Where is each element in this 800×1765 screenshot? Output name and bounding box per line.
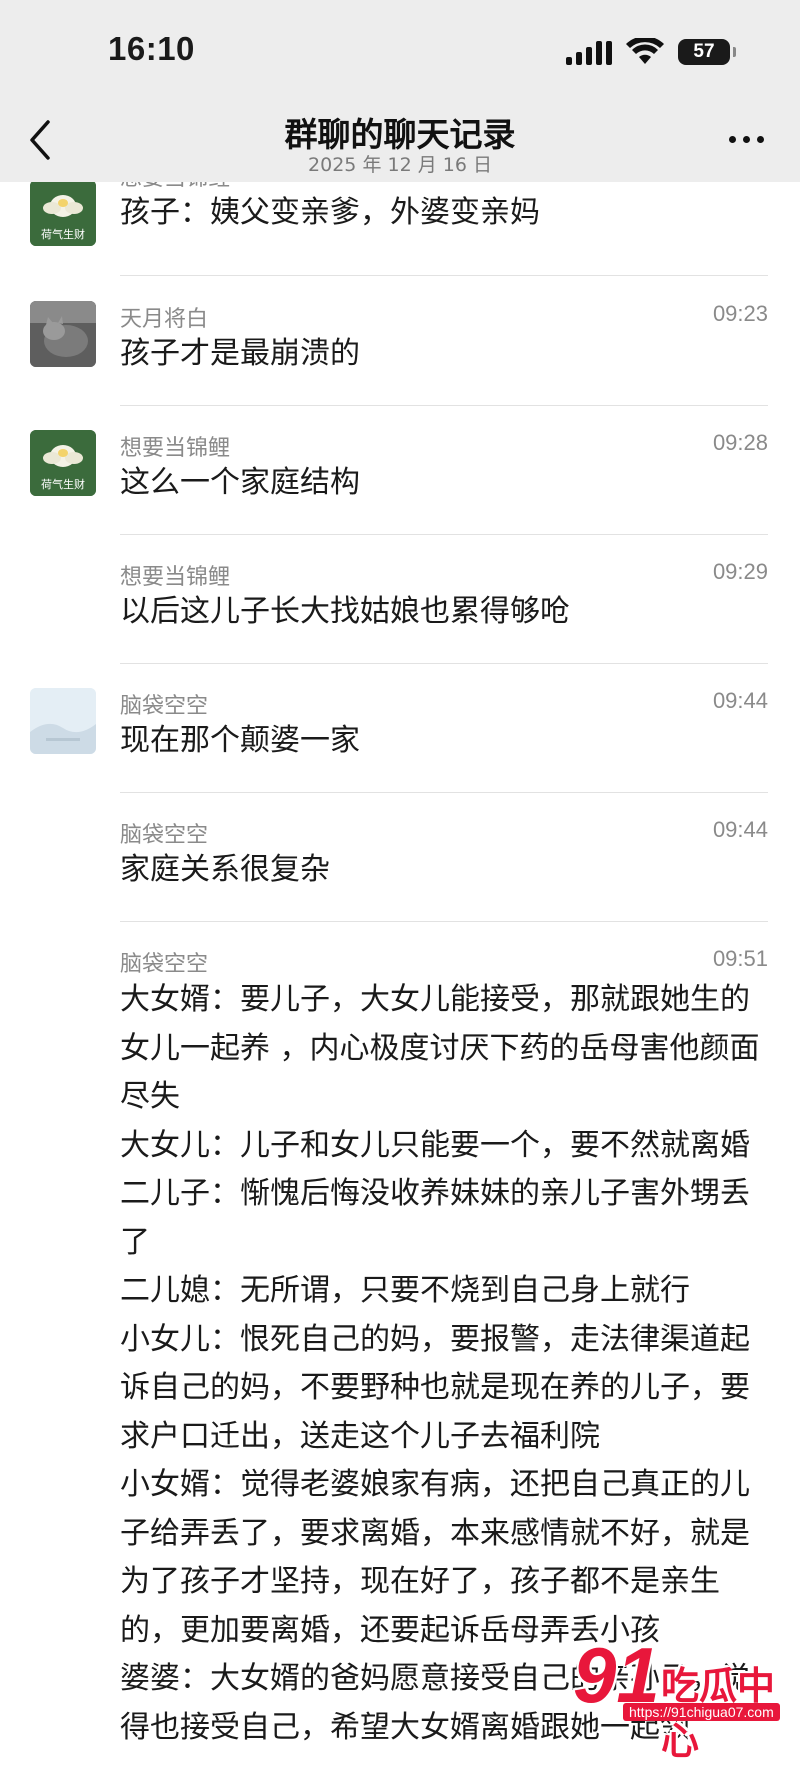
page-title: 群聊的聊天记录 xyxy=(284,115,516,154)
divider xyxy=(120,534,768,535)
more-dot xyxy=(743,136,750,143)
sender-name: 脑袋空空 xyxy=(120,952,209,977)
divider xyxy=(120,663,768,664)
battery-icon: 57 xyxy=(678,39,736,65)
watermark-logo: 91 吃瓜中心 https://91chigua07.com xyxy=(573,1635,788,1763)
sender-name: 脑袋空空 xyxy=(120,823,209,848)
more-dot xyxy=(729,136,736,143)
watermark-url: https://91chigua07.com xyxy=(623,1703,780,1721)
sender-name: 脑袋空空 xyxy=(120,694,209,719)
divider xyxy=(120,405,768,406)
message-text: 孩子：姨父变亲爹，外婆变亲妈 xyxy=(120,195,540,230)
message-time: 09:44 xyxy=(712,817,768,842)
message-time: 09:51 xyxy=(712,946,768,971)
avatar[interactable] xyxy=(30,688,96,754)
sender-name: 想要当锦鲤 xyxy=(120,436,231,461)
message-time: 09:44 xyxy=(712,688,768,713)
page-subtitle: 2025 年 12 月 16 日 xyxy=(308,154,492,176)
cat-icon xyxy=(30,301,96,367)
divider xyxy=(120,792,768,793)
avatar-caption: 荷气生财 xyxy=(41,227,85,241)
message-text: 现在那个颠婆一家 xyxy=(120,723,360,758)
top-bar: 16:10 57 群聊的聊天记录 2025 年 12 月 16 日 xyxy=(0,0,800,182)
status-icons: 57 xyxy=(566,38,736,66)
avatar-caption: 荷气生财 xyxy=(41,477,85,491)
sender-name: 想要当锦鲤 xyxy=(120,565,231,590)
landscape-icon xyxy=(30,688,96,754)
divider xyxy=(120,275,768,276)
message-time: 09:29 xyxy=(712,559,768,584)
message-text: 家庭关系很复杂 xyxy=(120,852,330,887)
sender-name: 天月将白 xyxy=(120,307,209,332)
status-time: 16:10 xyxy=(108,30,195,67)
lotus-icon: 荷气生财 xyxy=(30,180,96,246)
lotus-icon: 荷气生财 xyxy=(30,430,96,496)
message-text: 这么一个家庭结构 xyxy=(120,465,360,500)
message-time: 09:23 xyxy=(712,301,768,326)
wifi-icon xyxy=(626,38,664,64)
signal-icon xyxy=(566,39,612,65)
avatar[interactable]: 荷气生财 xyxy=(30,180,96,246)
more-button[interactable] xyxy=(729,136,764,143)
message-text: 孩子才是最崩溃的 xyxy=(120,336,360,371)
message-text: 以后这儿子长大找姑娘也累得够呛 xyxy=(120,594,570,629)
avatar[interactable] xyxy=(30,301,96,367)
divider xyxy=(120,921,768,922)
more-dot xyxy=(757,136,764,143)
message-time: 09:28 xyxy=(712,430,768,455)
avatar[interactable]: 荷气生财 xyxy=(30,430,96,496)
